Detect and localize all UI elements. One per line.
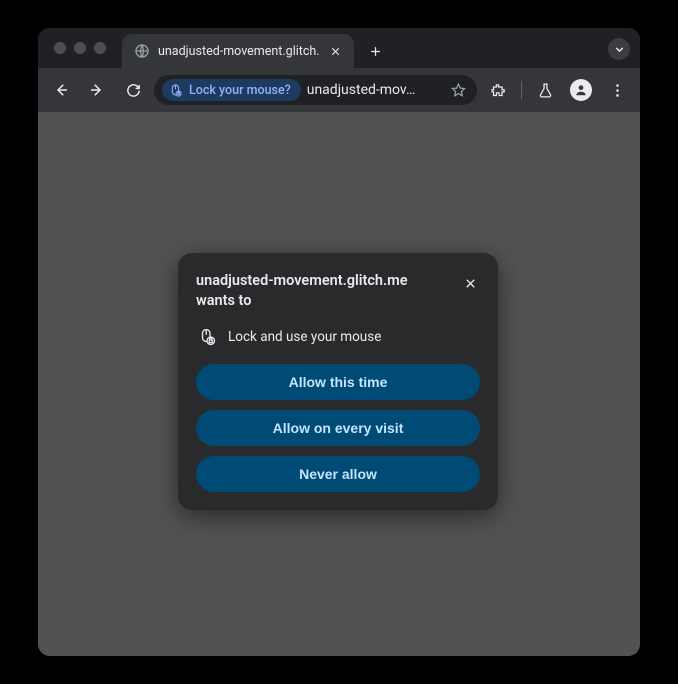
never-allow-button[interactable]: Never allow [196, 456, 480, 492]
allow-once-button[interactable]: Allow this time [196, 364, 480, 400]
reload-button[interactable] [118, 75, 148, 105]
back-button[interactable] [46, 75, 76, 105]
address-bar[interactable]: Lock your mouse? unadjusted-mov… [154, 75, 477, 105]
labs-button[interactable] [530, 75, 560, 105]
search-tabs-button[interactable] [608, 38, 630, 60]
mouse-icon [168, 83, 183, 98]
toolbar: Lock your mouse? unadjusted-mov… [38, 68, 640, 112]
permission-dialog: unadjusted-movement.glitch.me wants to L… [178, 253, 498, 510]
window-controls [48, 28, 122, 68]
permission-dialog-title: unadjusted-movement.glitch.me wants to [196, 271, 450, 312]
browser-window: unadjusted-movement.glitch. [38, 28, 640, 656]
close-dialog-button[interactable] [460, 273, 480, 293]
extensions-button[interactable] [483, 75, 513, 105]
tab-strip: unadjusted-movement.glitch. [38, 28, 640, 68]
new-tab-button[interactable] [362, 37, 390, 65]
forward-button[interactable] [82, 75, 112, 105]
content-area: unadjusted-movement.glitch.me wants to L… [38, 112, 640, 656]
permission-request-row: Lock and use your mouse [198, 328, 480, 346]
permission-chip-label: Lock your mouse? [189, 83, 291, 98]
tab-title: unadjusted-movement.glitch. [158, 44, 320, 59]
close-window-button[interactable] [54, 42, 66, 54]
browser-tab[interactable]: unadjusted-movement.glitch. [122, 34, 354, 68]
close-tab-button[interactable] [328, 43, 344, 59]
permission-chip[interactable]: Lock your mouse? [162, 79, 301, 101]
globe-icon [134, 43, 150, 59]
url-text: unadjusted-mov… [307, 82, 443, 98]
menu-button[interactable] [602, 75, 632, 105]
minimize-window-button[interactable] [74, 42, 86, 54]
permission-request-text: Lock and use your mouse [228, 329, 381, 345]
bookmark-button[interactable] [449, 81, 467, 99]
mouse-lock-icon [198, 328, 216, 346]
fullscreen-window-button[interactable] [94, 42, 106, 54]
allow-always-button[interactable]: Allow on every visit [196, 410, 480, 446]
toolbar-separator [521, 81, 522, 99]
profile-button[interactable] [566, 75, 596, 105]
